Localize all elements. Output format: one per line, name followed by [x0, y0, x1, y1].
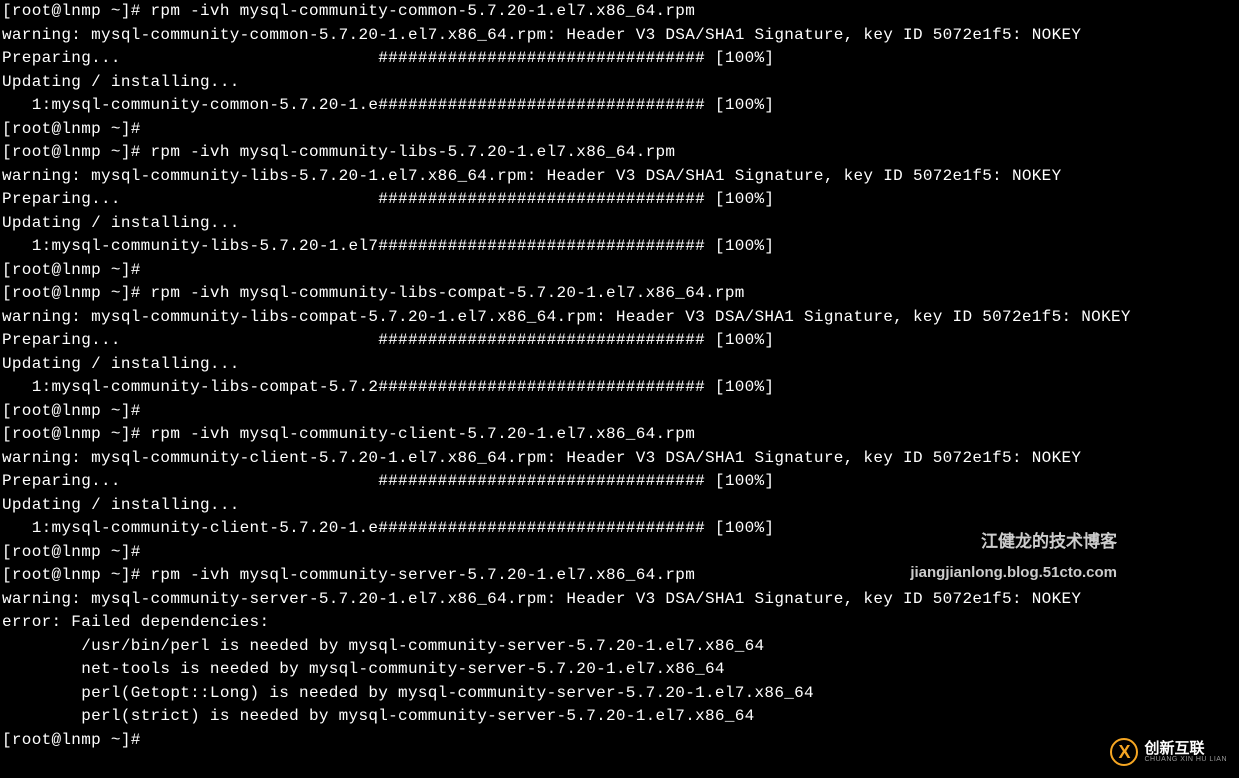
- logo-text: 创新互联 CHUANG XIN HU LIAN: [1144, 741, 1227, 763]
- logo-letter: X: [1118, 743, 1130, 761]
- logo-cn-text: 创新互联: [1144, 741, 1227, 756]
- logo-icon: X: [1110, 738, 1138, 766]
- watermark-title: 江健龙的技术博客: [981, 530, 1117, 555]
- logo-en-text: CHUANG XIN HU LIAN: [1144, 756, 1227, 763]
- brand-logo: X 创新互联 CHUANG XIN HU LIAN: [1110, 738, 1227, 766]
- watermark-url: jiangjianlong.blog.51cto.com: [910, 562, 1117, 584]
- terminal-output: [root@lnmp ~]# rpm -ivh mysql-community-…: [2, 0, 1237, 753]
